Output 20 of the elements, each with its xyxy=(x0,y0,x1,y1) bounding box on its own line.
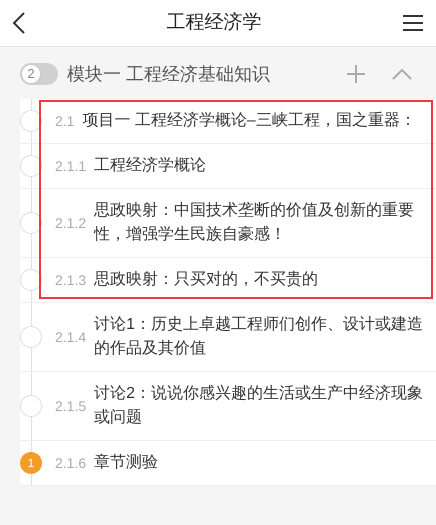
module-title: 模块一 工程经济基础知识 xyxy=(67,62,272,86)
item-title[interactable]: 思政映射：只买对的，不买贵的 xyxy=(94,268,318,292)
item-title[interactable]: 工程经济学概论 xyxy=(94,154,206,178)
module-number: 2 xyxy=(20,63,42,85)
item-number: 2.1.2 xyxy=(55,214,86,232)
item-number: 2.1.4 xyxy=(55,328,86,346)
item-number: 2.1.6 xyxy=(55,454,86,472)
page-title: 工程经济学 xyxy=(166,10,262,35)
item-number: 2.1.5 xyxy=(55,396,86,416)
back-icon[interactable] xyxy=(12,11,26,35)
item-title[interactable]: 讨论1：历史上卓越工程师们创作、设计或建造的作品及其价值 xyxy=(94,313,426,361)
item-number: 2.1.3 xyxy=(55,270,86,290)
menu-icon[interactable] xyxy=(402,14,424,32)
count-badge: 1 xyxy=(20,452,42,474)
item-title[interactable]: 思政映射：中国技术垄断的价值及创新的重要性，增强学生民族自豪感！ xyxy=(94,199,426,247)
item-title[interactable]: 项目一 工程经济学概论–三峡工程，国之重器： xyxy=(82,109,416,133)
item-number: 2.1 xyxy=(55,112,74,130)
item-title[interactable]: 章节测验 xyxy=(94,451,158,475)
item-number: 2.1.1 xyxy=(55,156,86,176)
item-title[interactable]: 讨论2：说说你感兴趣的生活或生产中经济现象或问题 xyxy=(94,382,426,430)
